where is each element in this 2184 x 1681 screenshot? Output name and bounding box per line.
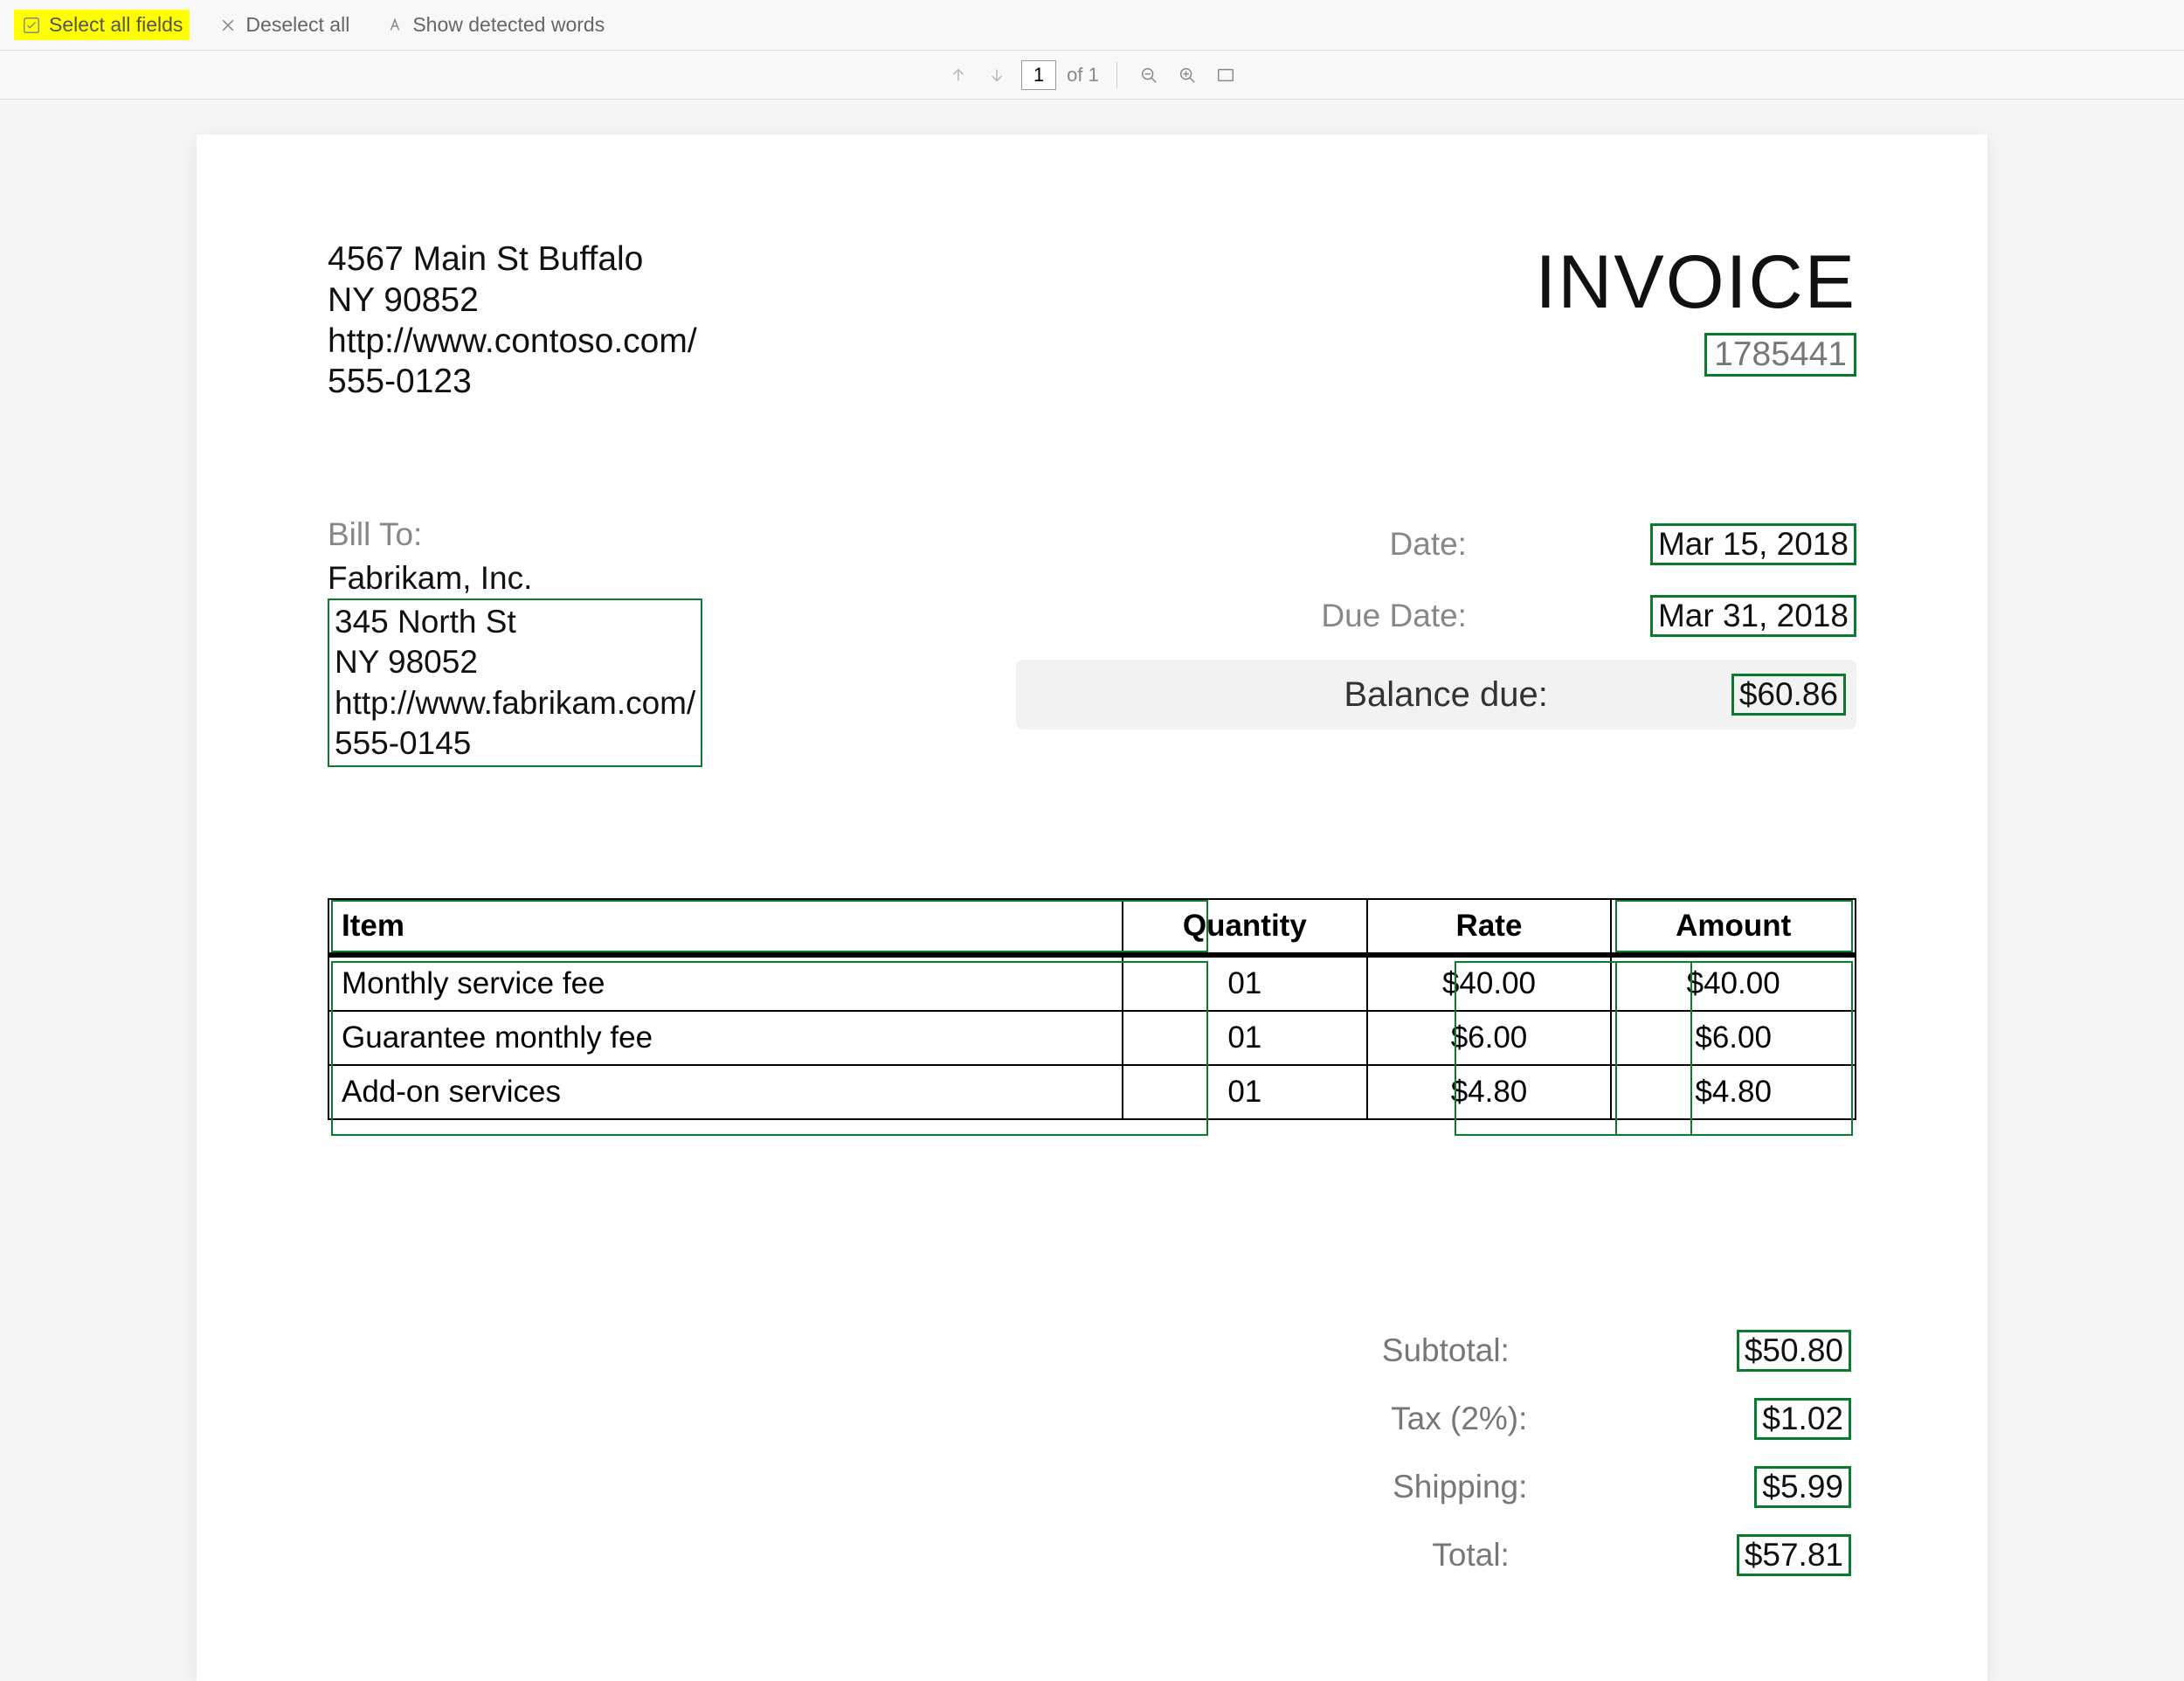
line-items-table: Item Quantity Rate Amount Monthly servic… — [328, 898, 1856, 1120]
totals-block: Subtotal: $50.80 Tax (2%): $1.02 Shippin… — [328, 1330, 1856, 1576]
divider — [1116, 62, 1117, 88]
deselect-all-label: Deselect all — [245, 13, 349, 37]
cell-amount: $4.80 — [1611, 1065, 1856, 1119]
balance-due-field[interactable]: $60.86 — [1731, 674, 1846, 716]
vendor-line1: 4567 Main St Buffalo — [328, 239, 697, 280]
fit-page-button[interactable] — [1212, 61, 1240, 89]
select-all-fields-button[interactable]: Select all fields — [14, 10, 190, 40]
pager-bar: of 1 — [0, 51, 2184, 100]
toolbar: Select all fields Deselect all Show dete… — [0, 0, 2184, 51]
vendor-line2: NY 90852 — [328, 280, 697, 322]
cell-amount: $6.00 — [1611, 1011, 1856, 1065]
total-field[interactable]: $57.81 — [1737, 1534, 1851, 1576]
zoom-out-button[interactable] — [1135, 61, 1163, 89]
zoom-in-button[interactable] — [1173, 61, 1201, 89]
close-icon — [218, 15, 238, 36]
balance-due-label: Balance due: — [1344, 675, 1548, 715]
col-quantity: Quantity — [1123, 899, 1367, 955]
billto-label: Bill To: — [328, 516, 1000, 553]
cell-qty: 01 — [1123, 955, 1367, 1011]
billto-line1: 345 North St — [335, 602, 695, 642]
billto-name: Fabrikam, Inc. — [328, 560, 1000, 597]
tax-field[interactable]: $1.02 — [1754, 1398, 1851, 1440]
col-rate: Rate — [1367, 899, 1612, 955]
page-of-label: of 1 — [1067, 64, 1099, 86]
cell-qty: 01 — [1123, 1011, 1367, 1065]
show-words-label: Show detected words — [412, 13, 605, 37]
document-page: 4567 Main St Buffalo NY 90852 http://www… — [197, 135, 1987, 1681]
tax-label: Tax (2%): — [1391, 1401, 1527, 1437]
show-detected-words-button[interactable]: Show detected words — [377, 10, 612, 40]
text-detect-icon — [384, 15, 405, 36]
invoice-title: INVOICE — [1535, 239, 1856, 326]
subtotal-label: Subtotal: — [1382, 1332, 1510, 1369]
date-field[interactable]: Mar 15, 2018 — [1650, 523, 1856, 565]
cell-rate: $40.00 — [1367, 955, 1612, 1011]
cell-item: Guarantee monthly fee — [328, 1011, 1123, 1065]
total-label: Total: — [1432, 1537, 1509, 1574]
col-amount: Amount — [1611, 899, 1856, 955]
table-row: Guarantee monthly fee 01 $6.00 $6.00 — [328, 1011, 1856, 1065]
line-items-table-wrap: Item Quantity Rate Amount Monthly servic… — [328, 898, 1856, 1120]
due-date-label: Due Date: — [1321, 598, 1467, 634]
table-row: Add-on services 01 $4.80 $4.80 — [328, 1065, 1856, 1119]
cell-rate: $4.80 — [1367, 1065, 1612, 1119]
table-row: Monthly service fee 01 $40.00 $40.00 — [328, 955, 1856, 1011]
vendor-line3: http://www.contoso.com/ — [328, 322, 697, 363]
prev-page-button[interactable] — [944, 61, 972, 89]
shipping-label: Shipping: — [1393, 1469, 1527, 1505]
deselect-all-button[interactable]: Deselect all — [211, 10, 356, 40]
subtotal-field[interactable]: $50.80 — [1737, 1330, 1851, 1372]
page-number-input[interactable] — [1021, 60, 1056, 90]
cell-amount: $40.00 — [1611, 955, 1856, 1011]
billto-line2: NY 98052 — [335, 642, 695, 682]
billto-address-field[interactable]: 345 North St NY 98052 http://www.fabrika… — [328, 598, 702, 767]
cell-qty: 01 — [1123, 1065, 1367, 1119]
shipping-field[interactable]: $5.99 — [1754, 1466, 1851, 1508]
vendor-address: 4567 Main St Buffalo NY 90852 http://www… — [328, 239, 697, 403]
select-all-label: Select all fields — [49, 13, 183, 37]
next-page-button[interactable] — [983, 61, 1011, 89]
vendor-line4: 555-0123 — [328, 362, 697, 403]
invoice-number-field[interactable]: 1785441 — [1704, 333, 1856, 377]
billto-line4: 555-0145 — [335, 723, 695, 764]
document-canvas[interactable]: 4567 Main St Buffalo NY 90852 http://www… — [0, 100, 2184, 1681]
select-all-icon — [21, 15, 42, 36]
due-date-field[interactable]: Mar 31, 2018 — [1650, 595, 1856, 637]
cell-item: Add-on services — [328, 1065, 1123, 1119]
billto-line3: http://www.fabrikam.com/ — [335, 683, 695, 723]
date-label: Date: — [1390, 526, 1467, 563]
cell-item: Monthly service fee — [328, 955, 1123, 1011]
col-item: Item — [328, 899, 1123, 955]
cell-rate: $6.00 — [1367, 1011, 1612, 1065]
